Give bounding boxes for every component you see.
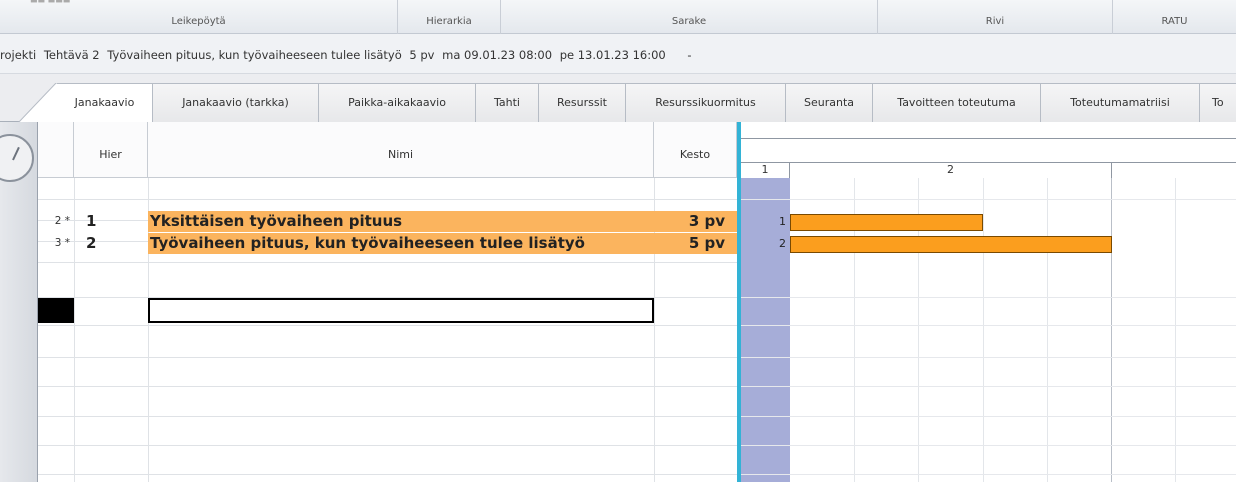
header-hier[interactable]: Hier [74, 122, 148, 178]
tab-tahti[interactable]: Tahti [476, 83, 539, 123]
gantt-timeline-header: 1 2 [741, 122, 1236, 178]
timeline-band-line [741, 138, 1236, 139]
gantt-row-line [741, 199, 1236, 200]
gantt-row-line [741, 357, 1236, 358]
ribbon-group-label: Sarake [671, 16, 707, 27]
gantt-bar[interactable] [790, 236, 1112, 253]
gantt-row-line [741, 297, 1236, 298]
gantt-day-line [1175, 178, 1176, 482]
gantt-row-line [741, 325, 1236, 326]
week-label: 1 [741, 162, 790, 178]
ribbon-group-column: Sarake [501, 0, 878, 34]
ribbon-group-ratu: RATU [1113, 0, 1236, 34]
tab-seuranta[interactable]: Seuranta [786, 83, 873, 123]
grid-hline [38, 474, 738, 475]
tab-paikka-aikakaavio[interactable]: Paikka-aikakaavio [319, 83, 476, 123]
tab-janakaavio-tarkka[interactable]: Janakaavio (tarkka) [153, 83, 319, 123]
table-row[interactable]: 2 * 1 Yksittäisen työvaiheen pituus 3 pv [38, 211, 738, 232]
info-project: rojekti [0, 48, 37, 62]
row-name[interactable]: Yksittäisen työvaiheen pituus [150, 211, 650, 232]
clock-hand [12, 146, 20, 161]
grid-hline [38, 386, 738, 387]
task-info-bar: rojekti Tehtävä 2 Työvaiheen pituus, kun… [0, 34, 1236, 74]
grid-hline [38, 416, 738, 417]
row-selector-marker[interactable] [38, 298, 74, 323]
tab-slope-decoration [18, 83, 58, 123]
ribbon: ▬▬ ▬▬▬ Leikepöytä Hierarkia Sarake Rivi … [0, 0, 1236, 34]
header-rownum [38, 122, 74, 178]
gantt-week-line [1111, 178, 1112, 482]
row-name[interactable]: Työvaiheen pituus, kun työvaiheeseen tul… [150, 233, 650, 254]
gantt-row-line [741, 474, 1236, 475]
info-task-name: Työvaiheen pituus, kun työvaiheeseen tul… [107, 48, 402, 62]
grid-hline [38, 262, 738, 263]
gantt-day-line [1047, 178, 1048, 482]
grid-hline [38, 357, 738, 358]
gantt-row-line [741, 386, 1236, 387]
tab-tavoitteen-toteutuma[interactable]: Tavoitteen toteutuma [873, 83, 1041, 123]
grid-hline [38, 199, 738, 200]
gantt-row-label: 2 [779, 237, 786, 250]
schedule-grid: Hier Nimi Kesto 2 * 1 Yksittäisen työvai… [0, 122, 1236, 482]
row-number: 2 * [54, 215, 70, 227]
ribbon-group-label: Rivi [985, 16, 1005, 27]
tab-janakaavio[interactable]: Janakaavio [57, 83, 153, 123]
header-duration[interactable]: Kesto [654, 122, 737, 178]
tab-toteutumamatriisi[interactable]: Toteutumamatriisi [1041, 83, 1200, 123]
view-tabs: Janakaavio Janakaavio (tarkka) Paikka-ai… [0, 74, 1236, 123]
row-hier[interactable]: 1 [86, 211, 146, 232]
gantt-bar[interactable] [790, 214, 983, 231]
row-duration[interactable]: 5 pv [655, 233, 725, 254]
left-ruler [0, 122, 38, 482]
info-task: Tehtävä 2 [43, 48, 100, 62]
gantt-row-line [741, 445, 1236, 446]
week-label: 2 [790, 162, 1112, 178]
table-row[interactable]: 3 * 2 Työvaiheen pituus, kun työvaiheese… [38, 233, 738, 254]
info-start: ma 09.01.23 08:00 [442, 48, 553, 62]
ribbon-cut-off-buttons: ▬▬ ▬▬▬ [30, 0, 71, 5]
row-duration[interactable]: 3 pv [655, 211, 725, 232]
header-name[interactable]: Nimi [148, 122, 654, 178]
gantt-row-label: 1 [779, 215, 786, 228]
row-hier[interactable]: 2 [86, 233, 146, 254]
clock-icon [0, 134, 34, 182]
info-duration: 5 pv [409, 48, 435, 62]
grid-hline [38, 325, 738, 326]
tab-resurssikuormitus[interactable]: Resurssikuormitus [626, 83, 786, 123]
new-task-name-input[interactable] [148, 298, 654, 323]
tab-truncated[interactable]: To [1200, 83, 1236, 123]
grid-hline [38, 445, 738, 446]
row-number: 3 * [54, 237, 70, 249]
ribbon-group-clipboard: ▬▬ ▬▬▬ Leikepöytä [0, 0, 398, 34]
tab-resurssit[interactable]: Resurssit [539, 83, 626, 123]
info-end: pe 13.01.23 16:00 [559, 48, 666, 62]
ribbon-group-label: RATU [1161, 16, 1188, 27]
gantt-chart: 1 2 1 2 [737, 122, 1236, 482]
ribbon-group-label: Leikepöytä [171, 16, 226, 27]
ribbon-group-label: Hierarkia [426, 16, 472, 27]
gantt-day-line [983, 178, 984, 482]
gantt-row-line [741, 416, 1236, 417]
ribbon-group-row: Rivi [878, 0, 1113, 34]
ribbon-group-hierarchy: Hierarkia [398, 0, 501, 34]
info-dash: - [687, 48, 692, 62]
